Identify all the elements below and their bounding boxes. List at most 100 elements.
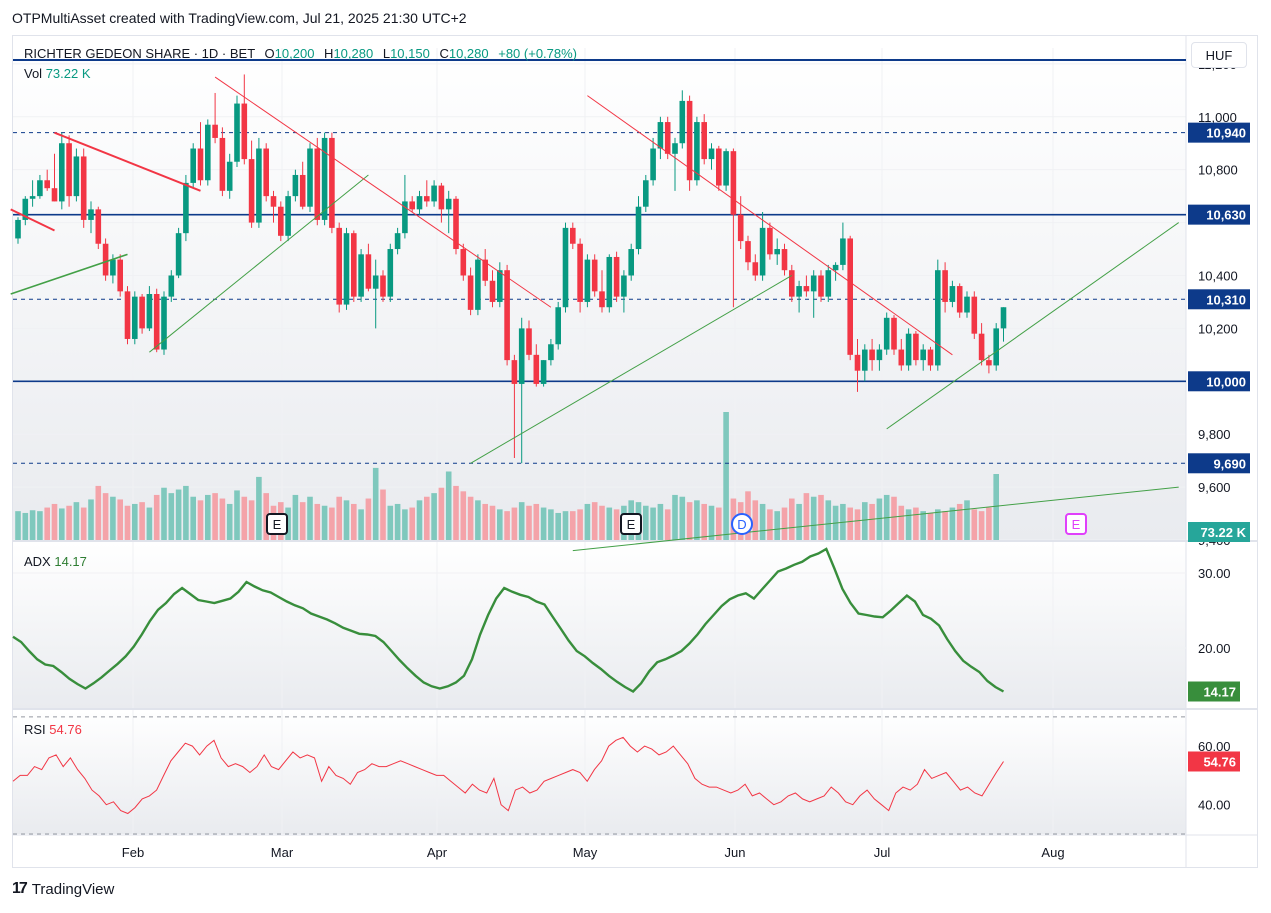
candle-body xyxy=(862,349,868,371)
candle-body xyxy=(993,328,999,366)
currency-button[interactable]: HUF xyxy=(1191,42,1247,68)
candle-body xyxy=(533,354,540,384)
candle-body xyxy=(110,259,116,276)
volume-bar xyxy=(489,505,496,540)
volume-bar xyxy=(139,502,145,540)
candle-body xyxy=(168,275,175,297)
volume-bar xyxy=(73,502,80,540)
volume-bar xyxy=(905,509,912,540)
volume-bar xyxy=(818,494,824,540)
candle-body xyxy=(88,209,94,220)
candle-body xyxy=(891,317,897,350)
candle-body xyxy=(205,124,211,181)
candle-body xyxy=(679,100,686,144)
volume-bar xyxy=(153,494,160,540)
price-level-badge-text: 10,630 xyxy=(1206,208,1246,223)
candle-body xyxy=(387,249,394,297)
volume-bar xyxy=(110,496,116,540)
volume-bar xyxy=(664,509,671,540)
candle-body xyxy=(372,275,379,289)
volume-bar xyxy=(555,512,561,540)
candle-body xyxy=(29,196,36,199)
time-axis-label: Aug xyxy=(1041,845,1064,860)
candle-body xyxy=(526,328,532,355)
volume-bar xyxy=(599,505,605,540)
volume-bar xyxy=(22,512,29,540)
volume-bar xyxy=(810,496,817,540)
open-label: O xyxy=(264,46,275,61)
volume-bar xyxy=(650,507,656,540)
candle-body xyxy=(504,270,510,361)
candle-body xyxy=(351,233,357,297)
candle-body xyxy=(591,259,598,292)
candle-body xyxy=(774,249,780,255)
candle-body xyxy=(132,296,138,339)
candle-body xyxy=(745,241,751,263)
candle-body xyxy=(511,360,518,384)
volume-bar xyxy=(927,512,934,540)
rsi-value: 54.76 xyxy=(49,722,82,737)
volume-bar xyxy=(562,511,569,540)
volume-bar xyxy=(219,498,226,540)
earnings-marker[interactable]: E xyxy=(620,513,642,535)
candle-body xyxy=(219,137,226,191)
candle-body xyxy=(810,275,817,292)
candle-body xyxy=(431,185,437,202)
adx-label[interactable]: ADX xyxy=(24,554,51,569)
volume-bar xyxy=(497,509,503,540)
candle-body xyxy=(292,174,299,197)
volume-bar xyxy=(964,500,970,540)
candle-body xyxy=(453,198,459,250)
candle-body xyxy=(927,349,934,366)
candle-body xyxy=(664,122,671,154)
candle-body xyxy=(518,328,525,384)
volume-bar xyxy=(978,511,985,540)
volume-bar xyxy=(767,509,773,540)
price-tick-label: 10,800 xyxy=(1198,163,1238,178)
volume-bar xyxy=(124,505,131,540)
candle-body xyxy=(577,243,583,302)
candle-body xyxy=(278,206,284,236)
earnings-marker[interactable]: E xyxy=(266,513,288,535)
candle-body xyxy=(621,275,627,297)
candle-body xyxy=(635,206,642,250)
candle-body xyxy=(248,159,255,223)
volume-bar xyxy=(606,507,613,540)
volume-bar xyxy=(95,485,102,540)
volume-bar xyxy=(540,507,547,540)
volume-bar xyxy=(847,507,853,540)
candle-body xyxy=(803,286,810,292)
candle-body xyxy=(146,294,153,329)
volume-bar xyxy=(431,493,437,540)
symbol-name[interactable]: RICHTER GEDEON SHARE · 1D · BET xyxy=(24,46,255,61)
volume-bar xyxy=(752,500,759,540)
candle-body xyxy=(708,148,715,160)
change-value: +80 (+0.78%) xyxy=(498,46,578,61)
candle-body xyxy=(445,198,452,210)
candle-body xyxy=(438,185,445,210)
marker-letter: E xyxy=(627,517,636,532)
earnings-marker-upcoming[interactable]: E xyxy=(1065,513,1087,535)
dividend-marker[interactable]: D xyxy=(731,513,753,535)
price-tick-label: 10,200 xyxy=(1198,321,1238,336)
brand-name: TradingView xyxy=(31,880,115,898)
candle-body xyxy=(307,148,313,207)
candle-body xyxy=(409,201,415,210)
volume-bar xyxy=(453,485,459,540)
candle-body xyxy=(913,333,919,361)
volume-bar xyxy=(336,496,342,540)
volume-bar xyxy=(672,494,678,540)
volume-bar xyxy=(351,503,357,540)
volume-bar xyxy=(29,510,36,540)
candle-body xyxy=(935,270,941,366)
candle-body xyxy=(66,143,72,197)
candle-body xyxy=(51,188,58,202)
rsi-value-badge-text: 54.76 xyxy=(1203,754,1236,769)
volume-bar xyxy=(197,500,204,540)
volume-bar xyxy=(358,509,364,540)
chart-canvas[interactable]: EEDE11,20011,00010,80010,40010,2009,8009… xyxy=(0,0,1271,913)
candle-body xyxy=(832,264,839,271)
candle-body xyxy=(942,270,948,302)
rsi-label[interactable]: RSI xyxy=(24,722,46,737)
candle-body xyxy=(643,180,649,207)
